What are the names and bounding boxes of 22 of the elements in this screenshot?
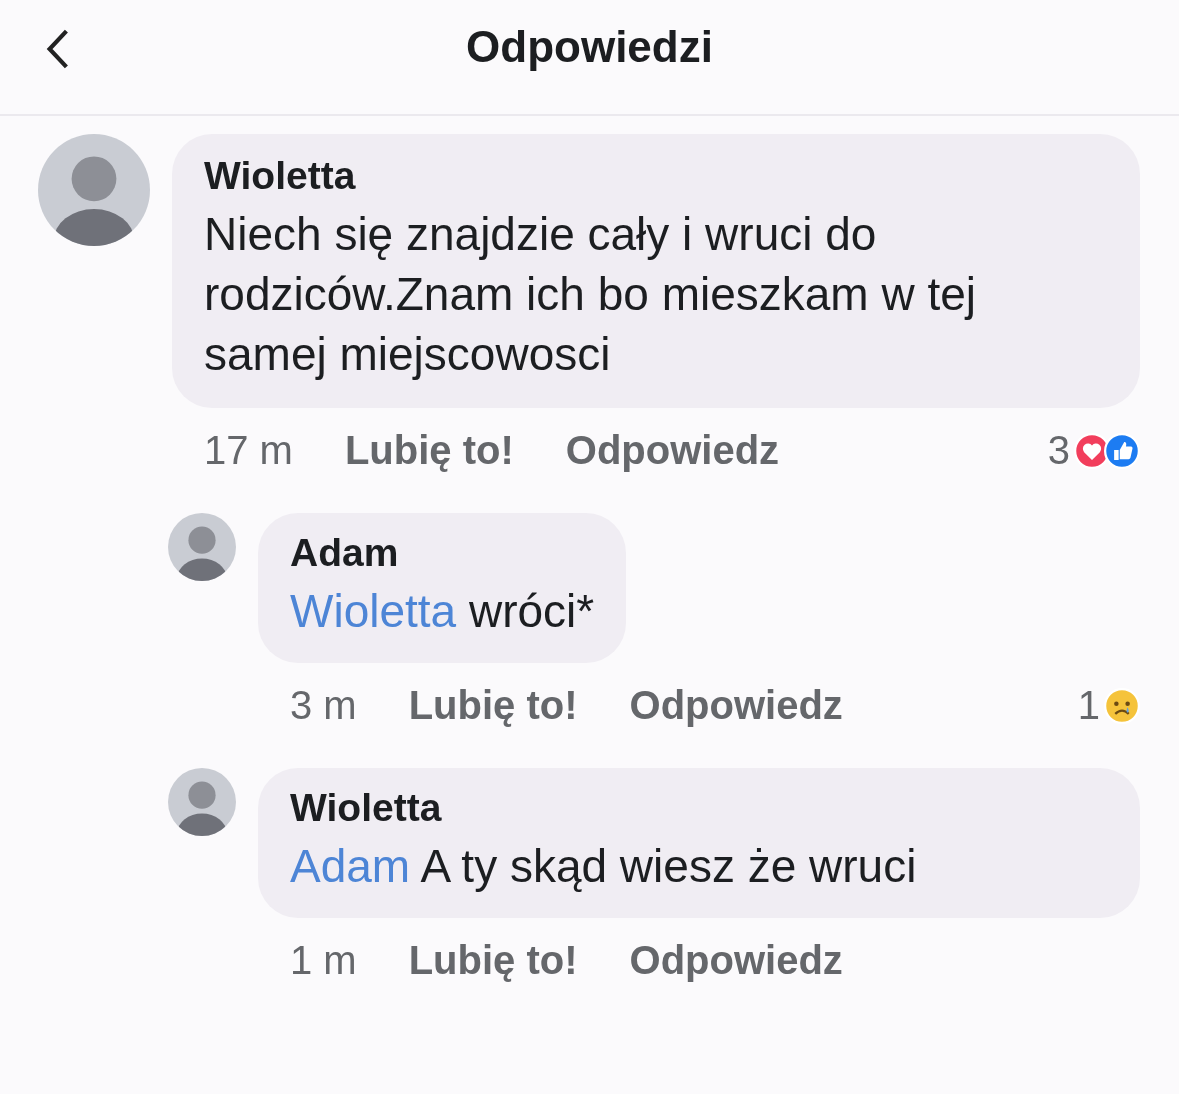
timestamp: 3 m xyxy=(290,683,357,728)
reaction-count: 1 xyxy=(1077,683,1100,728)
timestamp: 1 m xyxy=(290,938,357,983)
comment-text: Adam A ty skąd wiesz że wruci xyxy=(290,839,918,894)
page-title: Odpowiedzi xyxy=(466,22,713,72)
author-name[interactable]: Adam xyxy=(290,531,595,575)
reply-link[interactable]: Odpowiedz xyxy=(629,938,843,983)
comment-text: Wioletta wróci* xyxy=(290,584,595,639)
mention-link[interactable]: Wioletta xyxy=(290,585,457,637)
mention-link[interactable]: Adam xyxy=(290,840,411,892)
like-link[interactable]: Lubię to! xyxy=(408,938,578,983)
thumbs-up-icon xyxy=(1104,432,1140,469)
timestamp: 17 m xyxy=(204,428,293,473)
reply-link[interactable]: Odpowiedz xyxy=(565,428,780,473)
like-link[interactable]: Lubię to! xyxy=(344,428,514,473)
reply-link[interactable]: Odpowiedz xyxy=(629,683,843,728)
like-link[interactable]: Lubię to! xyxy=(408,683,578,728)
reaction-count: 3 xyxy=(1047,428,1070,473)
sad-face-icon xyxy=(1104,687,1140,724)
comment-text: Niech się znajdzie cały i wruci do rodziców.Znam ich bo mieszkam w tej samej miejscowosci xyxy=(204,207,978,382)
author-name[interactable]: Wioletta xyxy=(204,154,1108,198)
author-name[interactable]: Wioletta xyxy=(290,786,1108,830)
